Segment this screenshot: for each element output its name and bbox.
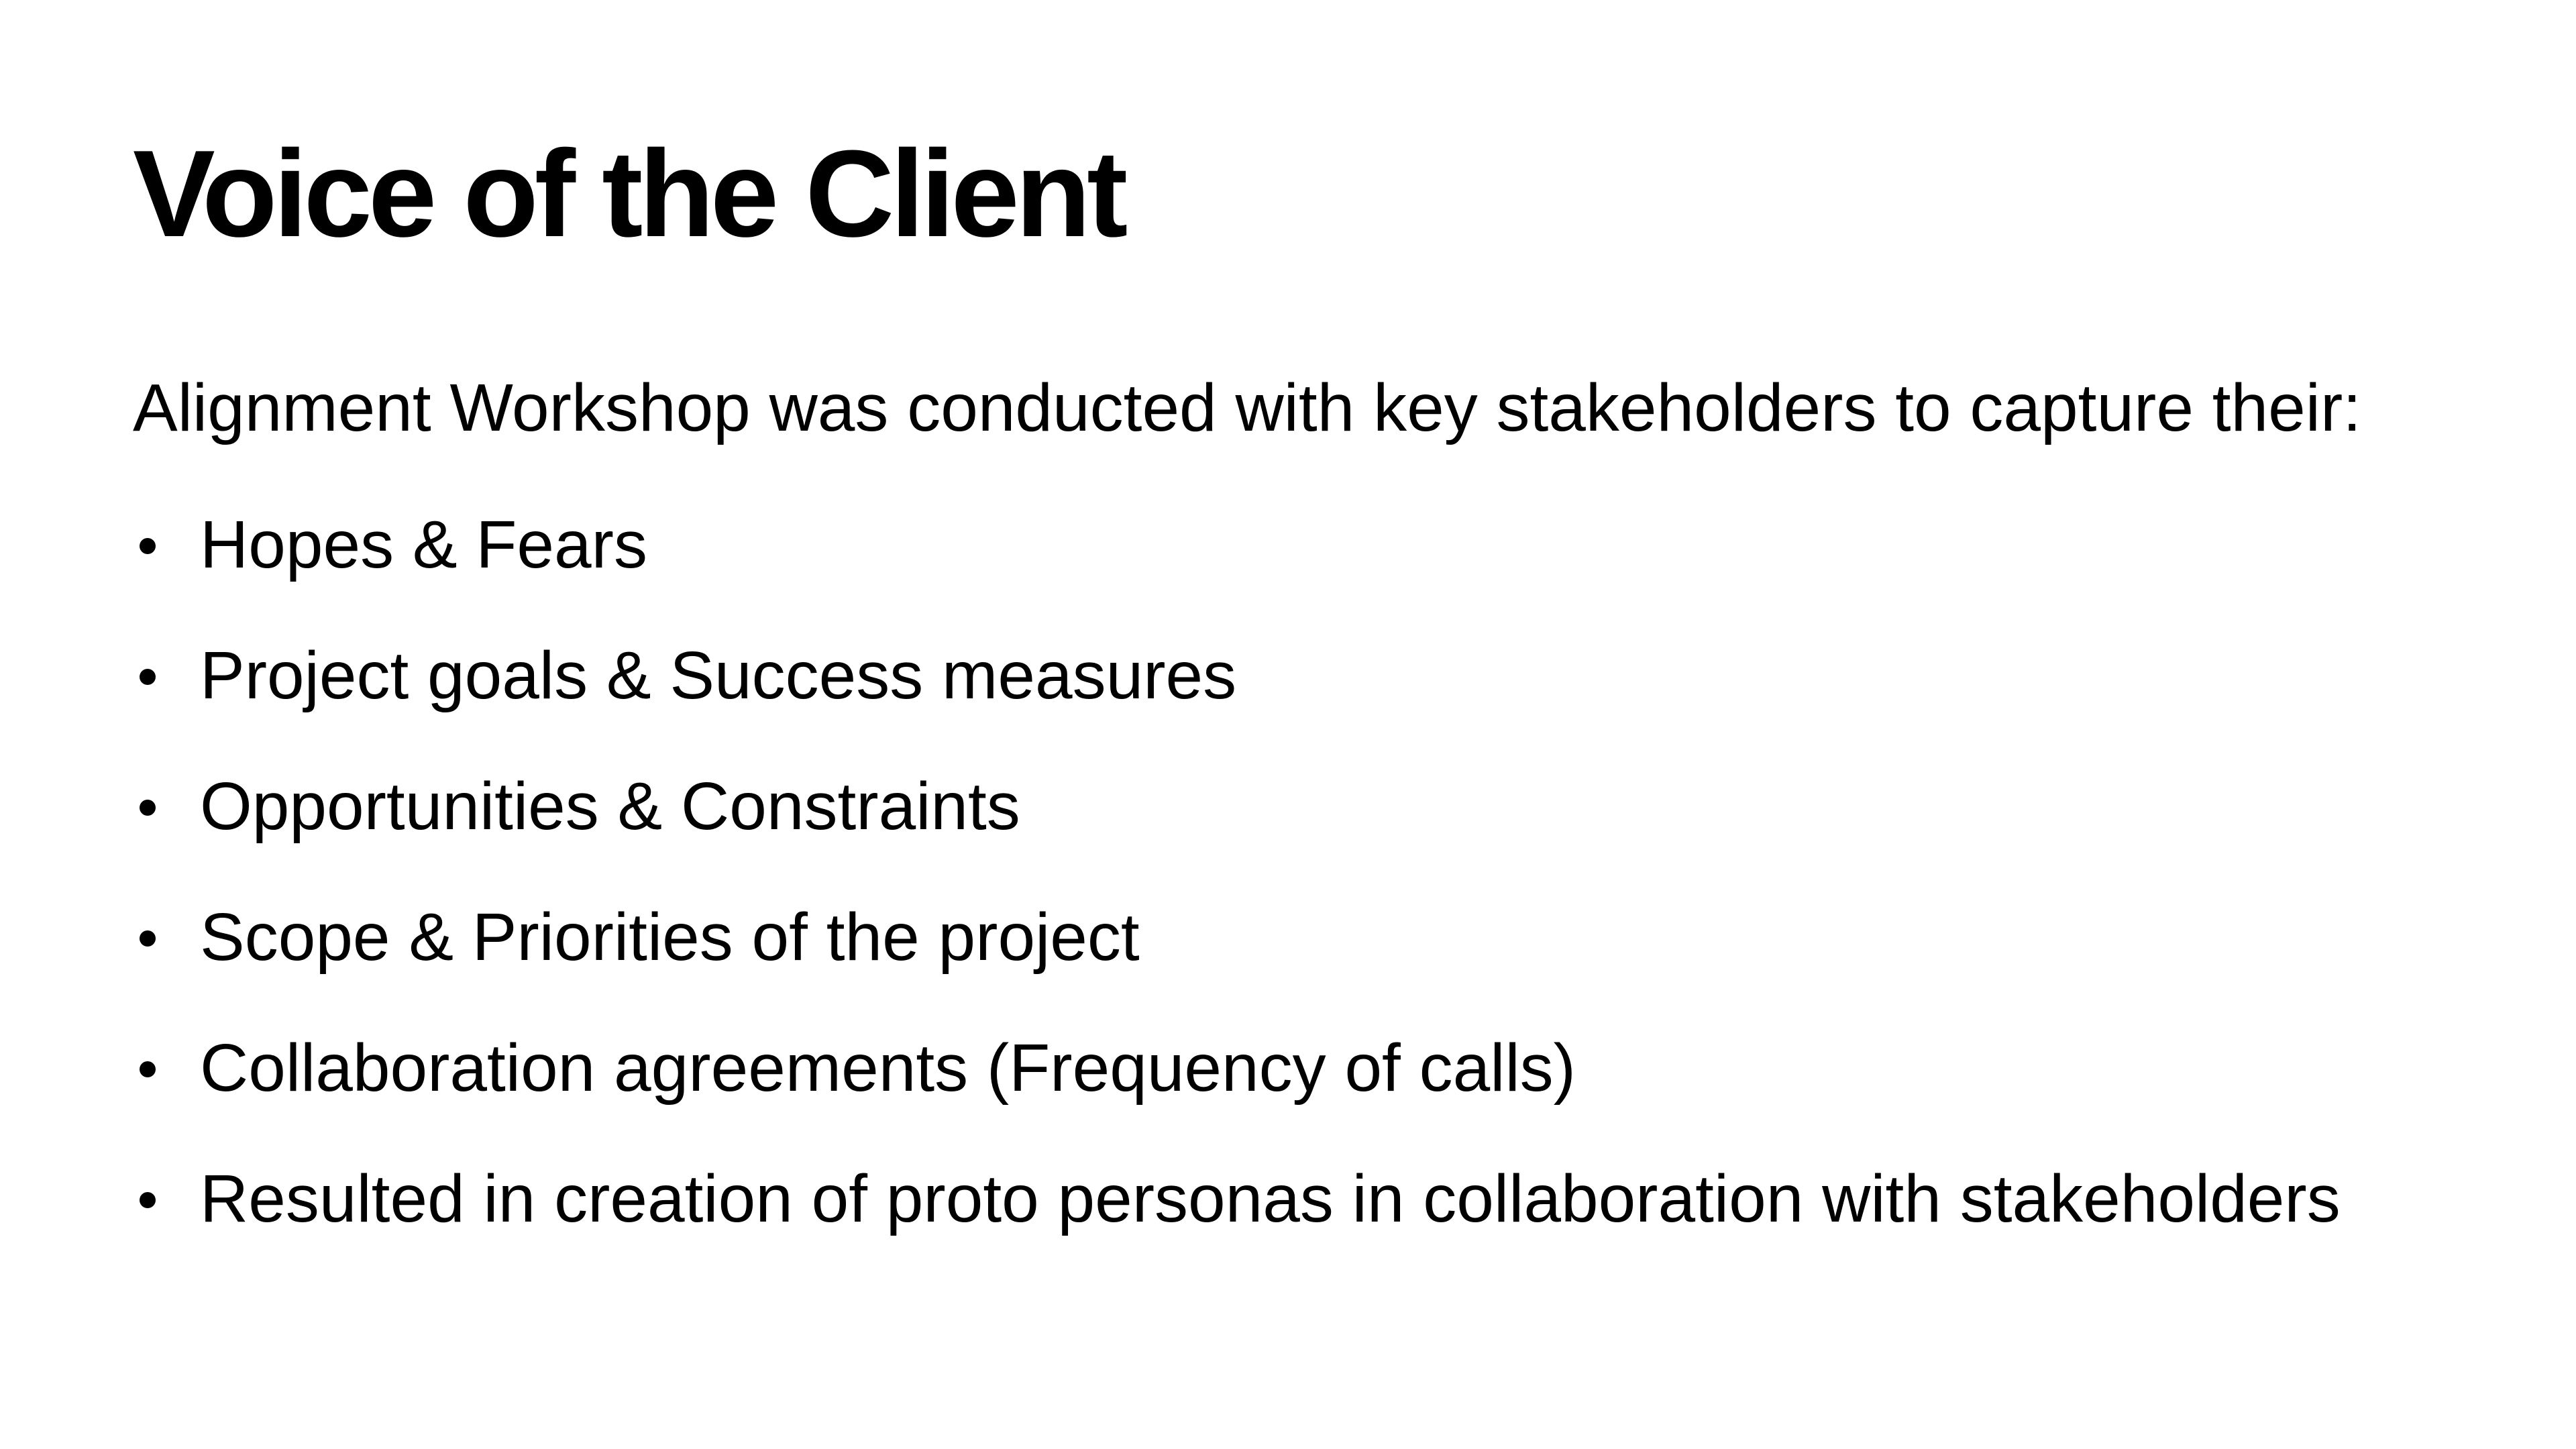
bullet-text: Collaboration agreements (Frequency of c… xyxy=(200,1030,1576,1106)
intro-text: Alignment Workshop was conducted with ke… xyxy=(133,370,2362,445)
bullet-dot-icon xyxy=(140,538,156,554)
bullet-text: Resulted in creation of proto personas i… xyxy=(200,1161,2341,1236)
bullet-dot-icon xyxy=(140,930,156,947)
bullet-dot-icon xyxy=(140,1061,156,1077)
bullet-text: Opportunities & Constraints xyxy=(200,769,1020,844)
bullet-text: Scope & Priorities of the project xyxy=(200,900,1140,975)
bullet-dot-icon xyxy=(140,1192,156,1208)
bullet-text: Hopes & Fears xyxy=(200,507,647,582)
bullet-text: Project goals & Success measures xyxy=(200,638,1237,713)
bullet-dot-icon xyxy=(140,669,156,685)
slide: Voice of the Client Alignment Workshop w… xyxy=(0,0,2576,1449)
bullet-dot-icon xyxy=(140,800,156,816)
slide-title: Voice of the Client xyxy=(133,124,1128,262)
